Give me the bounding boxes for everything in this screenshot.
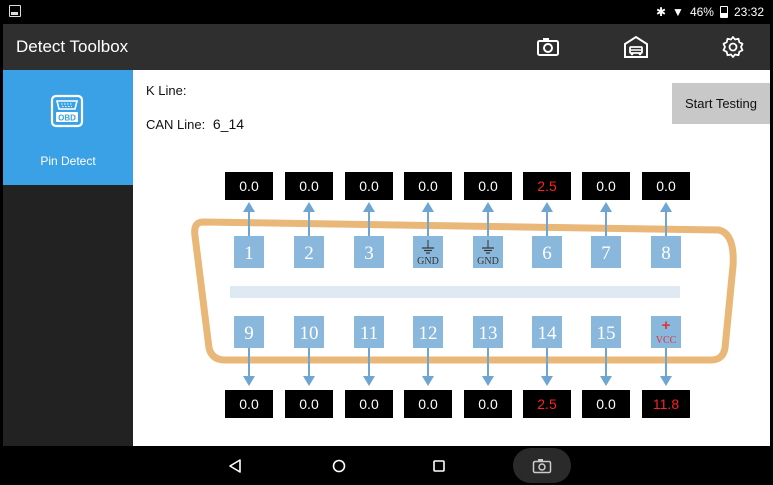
pin-14: 14 — [532, 316, 562, 348]
pin-1: 1 — [234, 236, 264, 268]
pin-label: 6 — [542, 243, 552, 264]
pin-voltage-readout: 11.8 — [642, 390, 690, 418]
pin-15: 15 — [591, 316, 621, 348]
settings-icon — [722, 36, 744, 58]
pin-label: 14 — [538, 323, 558, 344]
pin-voltage-readout: 0.0 — [404, 172, 452, 200]
clock: 23:32 — [733, 5, 764, 19]
pin-arrow — [600, 346, 612, 386]
pin-12: 12 — [413, 316, 443, 348]
camera-button[interactable] — [535, 34, 561, 60]
connector-center-bar — [230, 286, 680, 298]
sidebar: OBD Pin Detect — [3, 70, 133, 446]
pin-arrow — [363, 346, 375, 386]
pin-label: VCC — [656, 335, 677, 346]
device-screen: ✱ ▼ 46% 23:32 Detect Toolbox OBD Pin Det… — [3, 0, 770, 485]
pin-arrow — [482, 346, 494, 386]
status-bar: ✱ ▼ 46% 23:32 — [3, 0, 770, 24]
back-button[interactable] — [223, 454, 247, 478]
svg-text:OBD: OBD — [58, 113, 76, 122]
pin-voltage-readout: 0.0 — [225, 172, 273, 200]
pin-arrow — [660, 346, 672, 386]
app-title: Detect Toolbox — [16, 37, 129, 56]
sidebar-item-pin-detect[interactable]: OBD Pin Detect — [3, 70, 133, 185]
pin-voltage-readout: 0.0 — [345, 390, 393, 418]
wifi-icon: ▼ — [672, 5, 684, 19]
pin-detect-panel: K Line: CAN Line: 6_14 Start Testing 123… — [133, 70, 770, 446]
pin-arrow — [541, 346, 553, 386]
app-bar: Detect Toolbox — [3, 24, 770, 70]
settings-button[interactable] — [720, 34, 746, 60]
pin-10: 10 — [294, 316, 324, 348]
pin-label: 8 — [661, 243, 671, 264]
content-area: OBD Pin Detect K Line: CAN Line: 6_14 St… — [3, 70, 770, 446]
pin-label: 2 — [304, 243, 314, 264]
back-icon — [229, 459, 241, 473]
pin-6: 6 — [532, 236, 562, 268]
pin-vcc: +VCC — [651, 316, 681, 348]
pin-arrow — [243, 346, 255, 386]
pin-voltage-readout: 0.0 — [285, 172, 333, 200]
pin-voltage-readout: 0.0 — [582, 172, 630, 200]
pin-label: 12 — [419, 323, 438, 344]
pin-gnd: GND — [413, 236, 443, 268]
bluetooth-icon: ✱ — [655, 5, 667, 19]
screenshot-icon — [532, 458, 552, 473]
pin-voltage-readout: 2.5 — [523, 390, 571, 418]
obd-icon: OBD — [50, 94, 84, 128]
navigation-bar — [3, 446, 770, 485]
pin-voltage-readout: 0.0 — [345, 172, 393, 200]
pin-label: 10 — [300, 323, 319, 344]
pin-label: 9 — [244, 323, 254, 344]
pin-voltage-readout: 0.0 — [285, 390, 333, 418]
pin-9: 9 — [234, 316, 264, 348]
pin-voltage-readout: 0.0 — [464, 390, 512, 418]
pin-11: 11 — [354, 316, 384, 348]
plus-sign: + — [662, 317, 671, 334]
pin-2: 2 — [294, 236, 324, 268]
pin-7: 7 — [591, 236, 621, 268]
sidebar-item-label: Pin Detect — [40, 154, 96, 168]
pin-13: 13 — [473, 316, 503, 348]
pin-label: 15 — [597, 323, 616, 344]
recents-icon — [433, 460, 445, 472]
pin-label: 7 — [601, 243, 611, 264]
recents-button[interactable] — [427, 454, 451, 478]
pin-3: 3 — [354, 236, 384, 268]
pin-label: 11 — [360, 323, 378, 344]
pin-voltage-readout: 0.0 — [642, 172, 690, 200]
pin-8: 8 — [651, 236, 681, 268]
garage-button[interactable] — [623, 34, 649, 60]
pin-arrow — [303, 346, 315, 386]
screenshot-button[interactable] — [513, 448, 571, 483]
pin-voltage-readout: 0.0 — [404, 390, 452, 418]
home-button[interactable] — [327, 454, 351, 478]
pin-label: GND — [477, 256, 499, 267]
pin-label: 1 — [244, 243, 254, 264]
garage-icon — [624, 35, 648, 58]
pin-label: GND — [417, 256, 439, 267]
pin-label: 3 — [364, 243, 374, 264]
gallery-notification-icon — [9, 5, 21, 17]
pin-label: 13 — [479, 323, 498, 344]
battery-percent: 46% — [689, 5, 714, 19]
pin-voltage-readout: 0.0 — [464, 172, 512, 200]
camera-icon — [537, 38, 559, 56]
pin-voltage-readout: 2.5 — [523, 172, 571, 200]
pin-voltage-readout: 0.0 — [582, 390, 630, 418]
pin-gnd: GND — [473, 236, 503, 268]
home-icon — [332, 459, 346, 473]
battery-icon — [719, 6, 728, 18]
pin-voltage-readout: 0.0 — [225, 390, 273, 418]
pin-arrow — [422, 346, 434, 386]
